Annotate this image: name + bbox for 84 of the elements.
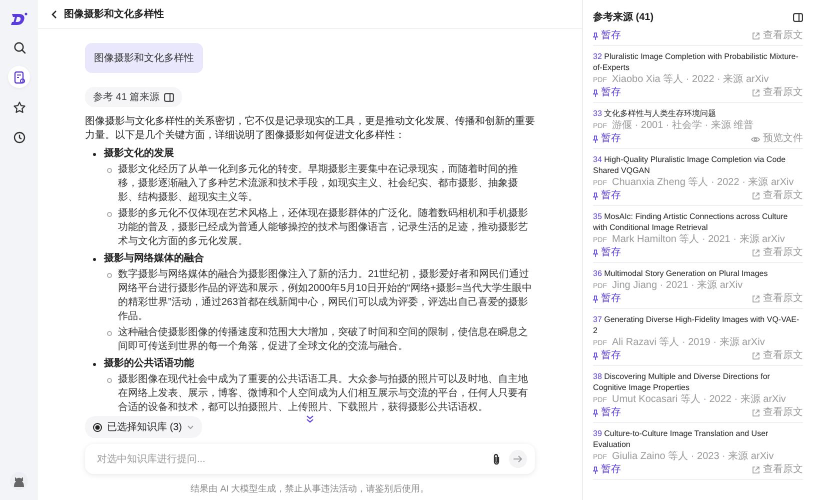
bullet-icon (107, 378, 112, 383)
answer-paragraph: 摄影的多元化不仅体现在艺术风格上，还体现在摄影群体的广泛化。随着数码相机和手机摄影功能的普及，摄影已经成为普通人能够操控的技术与图像语言，记录生活的足迹，推动摄影艺术与文化方面的多元化发展。 (118, 207, 529, 249)
external-link-icon (752, 192, 760, 200)
save-link[interactable]: 暂存 (593, 293, 621, 305)
external-link-icon (752, 32, 760, 40)
pin-icon (593, 89, 598, 97)
reference-title[interactable]: 36 Multimodal Story Generation on Plural Images (593, 268, 803, 279)
external-link-icon (752, 249, 760, 257)
bullet-icon (93, 258, 96, 260)
reference-meta: Mark Hamilton 等人 · 2021 · 来源 arXiv (612, 234, 785, 246)
reference-title[interactable]: 33 文化多样性与人类生存环境问题 (593, 108, 803, 119)
panel-icon (164, 92, 174, 102)
document-icon (12, 70, 26, 84)
section-heading: 摄影的公共话语功能 (104, 357, 194, 371)
logo-icon (10, 12, 28, 26)
question-bubble: 图像摄影和文化多样性 (85, 43, 203, 73)
reference-meta: Ali Razavi 等人 · 2019 · 来源 arXiv (612, 337, 765, 349)
answer-paragraph: 摄影图像在现代社会中成为了重要的公共话语工具。大众参与拍摄的照片可以及时地、自主地在网络上发表、展示，博客、微博和个人空间成为人们相互展示与交流的平台，任何人只要有合适的设备和技术，都可以拍摄照片、上传照片、下载照片，获得摄影公共话语权。 (118, 373, 529, 412)
send-button[interactable] (509, 450, 527, 468)
history-icon (12, 130, 26, 144)
section-heading: 摄影与网络媒体的融合 (104, 252, 204, 266)
reference-title[interactable]: 39 Culture-to-Culture Image Translation and User Evaluation (593, 428, 803, 450)
sources-chip[interactable]: 参考 41 篇来源 (85, 87, 182, 107)
save-link[interactable]: 暂存 (593, 247, 621, 259)
panel-title: 参考来源 (41) (593, 10, 654, 24)
radio-icon (93, 422, 102, 432)
reference-meta: Umut Kocasari 等人 · 2022 · 来源 arXiv (612, 394, 786, 406)
reference-title[interactable]: 35 MosAIc: Finding Artistic Connections across Culture with Conditional Image Retrieval (593, 211, 803, 233)
pin-icon (593, 409, 598, 417)
search-icon (12, 40, 26, 54)
pin-icon (593, 192, 598, 200)
bullet-icon (107, 212, 112, 217)
reference-title[interactable]: 32 Pluralistic Image Completion with Probabilistic Mixture-of-Experts (593, 51, 803, 73)
pin-icon (593, 466, 598, 474)
external-link-icon (752, 89, 760, 97)
answer-paragraph: 这种融合使摄影图像的传播速度和范围大大增加，突破了时间和空间的限制，使信息在瞬息之间即可传送到世界的每一个角落，促进了全球文化的交流与融合。 (118, 326, 529, 354)
reference-meta: Chuanxia Zheng 等人 · 2022 · 来源 arXiv (612, 177, 794, 189)
arrow-icon (513, 455, 523, 463)
reference-meta: Giulia Zaino 等人 · 2023 · 来源 arXiv (612, 451, 774, 463)
pin-icon (593, 352, 598, 360)
external-link-icon (752, 409, 760, 417)
save-link[interactable]: 暂存 (593, 30, 621, 42)
save-link[interactable]: 暂存 (593, 133, 621, 145)
double-chevron-icon (306, 415, 314, 423)
external-link-icon (752, 295, 760, 303)
caret-icon (187, 424, 194, 430)
avatar-icon[interactable] (10, 472, 28, 490)
reference-meta: 游偃 · 2001 · 社会学 · 来源 维普 (612, 120, 754, 132)
reference-meta: Xiaobo Xia 等人 · 2022 · 来源 arXiv (612, 74, 769, 86)
panel-icon[interactable] (793, 12, 803, 22)
pin-icon (593, 295, 598, 303)
eye-icon (751, 136, 760, 142)
answer-paragraph: 图像摄影与文化多样性的关系密切，它不仅是记录现实的工具，更是推动文化发展、传播和创新的重要力量。以下是几个关键方面，详细说明了图像摄影如何促进文化多样性： (85, 115, 535, 143)
question-input[interactable]: 对选中知识库进行提问... (95, 452, 484, 466)
knowledge-base-chip[interactable]: 已选择知识库 (3) (85, 416, 202, 438)
save-link[interactable]: 暂存 (593, 407, 621, 419)
bullet-icon (93, 362, 96, 366)
page-title: 图像摄影和文化多样性 (64, 8, 164, 21)
answer-paragraph: 数字摄影与网络媒体的融合为摄影图像注入了新的活力。21世纪初，摄影爱好者和网民们通过网络平台进行摄影作品的评选和展示，例如2000年5月10日开始的“网络+摄影=当代大学生眼中的精彩世界”活动，通过263首都在线新闻中心，网民们可以成为评委，评选出自己喜爱的摄影作品。 (118, 268, 533, 324)
section-heading: 摄影文化的发展 (104, 147, 174, 161)
pin-icon (593, 249, 598, 257)
reference-title[interactable]: 34 High-Quality Pluralistic Image Completion via Code Shared VQGAN (593, 154, 803, 176)
bullet-icon (107, 273, 112, 278)
save-link[interactable]: 暂存 (593, 464, 621, 476)
save-link[interactable]: 暂存 (593, 87, 621, 99)
star-icon (12, 100, 26, 114)
back-button[interactable] (50, 8, 58, 20)
reference-title[interactable]: 37 Generating Diverse High-Fidelity Images with VQ-VAE-2 (593, 314, 803, 336)
bullet-icon (93, 152, 96, 156)
pin-icon (593, 32, 598, 40)
bullet-icon (107, 168, 112, 173)
disclaimer-text: 结果由 AI 大模型生成，禁止从事违法活动，请鉴别后使用。 (190, 483, 430, 496)
sidebar-button[interactable] (8, 66, 30, 88)
save-link[interactable]: 暂存 (593, 350, 621, 362)
back-icon (51, 10, 57, 18)
external-link-icon (752, 466, 760, 474)
paperclip-icon[interactable] (492, 452, 501, 466)
reference-meta: Jing Jiang · 2021 · 来源 arXiv (612, 280, 743, 292)
bullet-icon (107, 331, 112, 336)
reference-title[interactable]: 38 Discovering Multiple and Diverse Directions for Cognitive Image Properties (593, 371, 803, 393)
answer-paragraph: 摄影文化经历了从单一化到多元化的转变。早期摄影主要集中在记录现实，而随着时间的推移，摄影逐渐融入了多种艺术流派和技术手段，如现实主义、社会纪实、都市摄影、抽象摄影、结构摄影、超现实主义等。 (118, 163, 519, 205)
save-link[interactable]: 暂存 (593, 190, 621, 202)
pin-icon (593, 135, 598, 143)
external-link-icon (752, 352, 760, 360)
